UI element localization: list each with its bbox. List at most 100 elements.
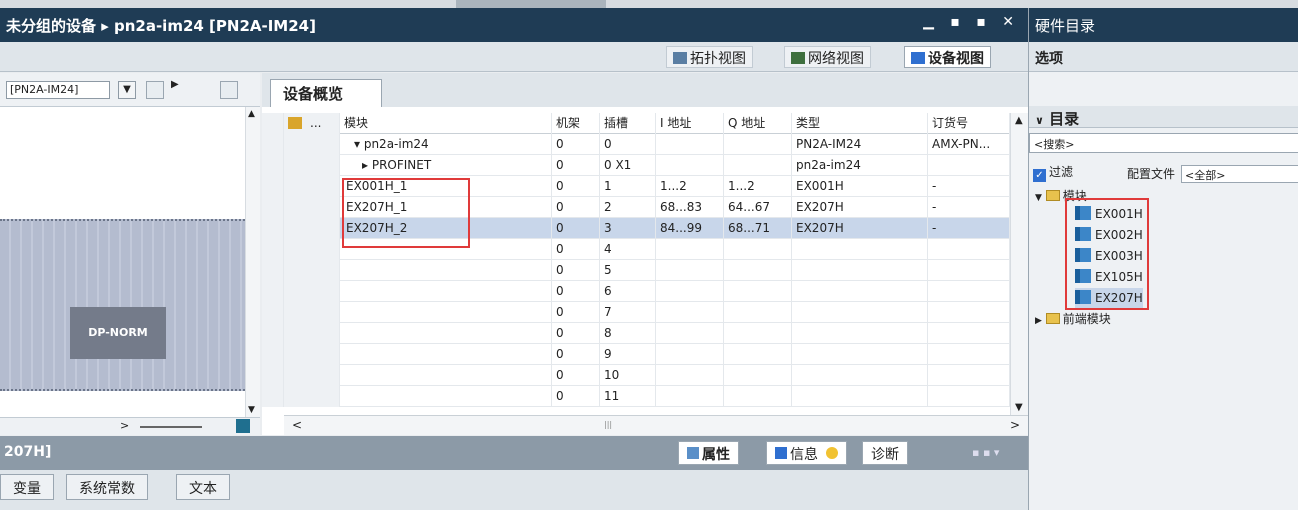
row-gutter <box>262 365 284 386</box>
scroll-grip-icon[interactable]: ||| <box>604 420 612 429</box>
tab-info[interactable]: 信息 <box>766 441 848 465</box>
breadcrumb: 未分组的设备 ▸ pn2a-im24 [PN2A-IM24] <box>6 17 316 35</box>
folder-icon <box>1045 313 1060 324</box>
scroll-up-icon[interactable]: ▲ <box>1015 115 1023 126</box>
more-icon[interactable]: ... <box>310 113 321 134</box>
triangle-right-icon: ▶ <box>1035 316 1042 326</box>
window-buttons[interactable]: ▁ ▪ ▪ ✕ <box>923 14 1020 30</box>
overview-toggle-icon[interactable] <box>220 81 238 99</box>
device-select[interactable]: [PN2A-IM24] <box>6 81 110 99</box>
table-row[interactable]: ▾ pn2a-im24 0 0 PN2A-IM24 AMX-PN... <box>262 134 1010 155</box>
cell-rack: 0 <box>552 134 600 155</box>
cell-type <box>792 323 928 344</box>
table-row[interactable]: 09 <box>262 344 1010 365</box>
cell-i-address <box>656 155 724 176</box>
filter-icon[interactable] <box>288 117 302 129</box>
options-section[interactable]: 选项 <box>1029 42 1298 72</box>
scroll-down-icon[interactable]: ▼ <box>248 405 255 415</box>
row-gutter-2 <box>284 365 340 386</box>
scroll-down-icon[interactable]: ▼ <box>1015 402 1023 413</box>
cell-module <box>340 323 552 344</box>
cell-slot: 0 <box>600 134 656 155</box>
scroll-up-icon[interactable]: ▲ <box>248 109 255 119</box>
cell-type <box>792 260 928 281</box>
column-header-rack[interactable]: 机架 <box>552 113 600 134</box>
cell-i-address <box>656 302 724 323</box>
column-header-i-address[interactable]: I 地址 <box>656 113 724 134</box>
triangle-down-icon: ▼ <box>1035 193 1042 203</box>
panel-controls-icon[interactable]: ▪ ▪ ▾ <box>972 446 999 459</box>
device-overview-pane: 设备概览 ... 模块 机架 插槽 I 地址 Q 地址 类型 订货号 ▾ pn2a-im24 0 0… <box>262 73 1028 435</box>
cell-q-address <box>724 323 792 344</box>
tab-device-overview[interactable]: 设备概览 <box>270 79 382 107</box>
cell-type <box>792 302 928 323</box>
cell-slot: 4 <box>600 239 656 260</box>
rack-canvas[interactable]: DP-NORM <box>0 107 245 417</box>
cell-i-address <box>656 134 724 155</box>
tree-folder-frontend[interactable]: ▶ 前端模块 <box>1035 309 1143 330</box>
column-header-module[interactable]: 模块 <box>340 113 552 134</box>
hardware-catalog-pane: 硬件目录 选项 ∨ 目录 <搜索> ✓ 过滤 配置文件 <全部> ▼ 模块 EX0… <box>1028 8 1298 510</box>
column-header-order-number[interactable]: 订货号 <box>928 113 1010 134</box>
subtab-texts[interactable]: 文本 <box>176 474 230 500</box>
module-dp-norm[interactable]: DP-NORM <box>70 307 166 359</box>
table-row[interactable]: 05 <box>262 260 1010 281</box>
subtab-variables[interactable]: 变量 <box>0 474 54 500</box>
row-gutter <box>262 155 284 176</box>
scroll-right-icon[interactable]: > <box>1010 418 1020 432</box>
cell-i-address <box>656 365 724 386</box>
table-row[interactable]: 06 <box>262 281 1010 302</box>
overview-table: ... 模块 机架 插槽 I 地址 Q 地址 类型 订货号 ▾ pn2a-im24 0 0 PN2A-… <box>262 113 1010 407</box>
filter-checkbox[interactable]: ✓ <box>1033 169 1046 182</box>
catalog-section-label: 目录 <box>1049 110 1080 128</box>
folder-icon <box>1045 190 1060 201</box>
topology-view-button[interactable]: 拓扑视图 <box>666 46 753 68</box>
catalog-section-header[interactable]: ∨ 目录 <box>1029 106 1298 128</box>
frontend-folder-label: 前端模块 <box>1062 312 1111 326</box>
table-horizontal-scrollbar[interactable]: < ||| > <box>284 415 1028 435</box>
catalog-search-input[interactable]: <搜索> <box>1029 133 1298 153</box>
table-vertical-scrollbar[interactable]: ▲ ▼ <box>1010 113 1028 415</box>
table-row[interactable]: 0 11 <box>262 386 1010 407</box>
device-view-button[interactable]: 设备视图 <box>904 46 991 68</box>
network-view-button[interactable]: 网络视图 <box>784 46 871 68</box>
header-filter-cell[interactable]: ... <box>284 113 340 134</box>
cell-q-address <box>724 365 792 386</box>
subtab-system-constants[interactable]: 系统常数 <box>66 474 148 500</box>
column-header-q-address[interactable]: Q 地址 <box>724 113 792 134</box>
show-module-icon[interactable] <box>146 81 164 99</box>
cell-i-address: 68...83 <box>656 197 724 218</box>
zoom-fit-icon[interactable] <box>236 419 250 433</box>
row-gutter-2 <box>284 386 340 407</box>
cell-slot: 8 <box>600 323 656 344</box>
cell-rack: 0 <box>552 281 600 302</box>
cell-i-address <box>656 386 724 407</box>
zoom-slider[interactable] <box>140 426 202 428</box>
column-header-type[interactable]: 类型 <box>792 113 928 134</box>
cell-order-number <box>928 155 1010 176</box>
table-row[interactable]: 08 <box>262 323 1010 344</box>
triangle-right-icon[interactable]: ▶ <box>171 79 179 90</box>
table-row[interactable]: 07 <box>262 302 1010 323</box>
cell-slot: 6 <box>600 281 656 302</box>
row-gutter-2 <box>284 197 340 218</box>
device-graphic-pane: [PN2A-IM24] ▼ ▶ DP-NORM ▲ ▼ > <box>0 73 260 435</box>
cell-module <box>340 386 552 407</box>
chevron-down-icon[interactable]: ▼ <box>118 81 136 99</box>
profile-select[interactable]: <全部> <box>1181 165 1298 183</box>
cell-q-address <box>724 134 792 155</box>
tab-properties[interactable]: 属性 <box>678 441 739 465</box>
scroll-left-icon[interactable]: < <box>292 418 302 432</box>
tab-diagnostics[interactable]: 诊断 <box>862 441 908 465</box>
row-gutter <box>262 344 284 365</box>
cell-type <box>792 344 928 365</box>
graphic-vertical-scrollbar[interactable]: ▲ ▼ <box>245 107 260 417</box>
scroll-right-icon[interactable]: > <box>120 419 129 432</box>
filter-label: 过滤 <box>1049 165 1074 179</box>
cell-order-number <box>928 302 1010 323</box>
row-gutter <box>262 197 284 218</box>
cell-rack: 0 <box>552 155 600 176</box>
table-row[interactable]: 0 10 <box>262 365 1010 386</box>
column-header-slot[interactable]: 插槽 <box>600 113 656 134</box>
table-row[interactable]: ▸ PROFINET 0 0 X1 pn2a-im24 <box>262 155 1010 176</box>
